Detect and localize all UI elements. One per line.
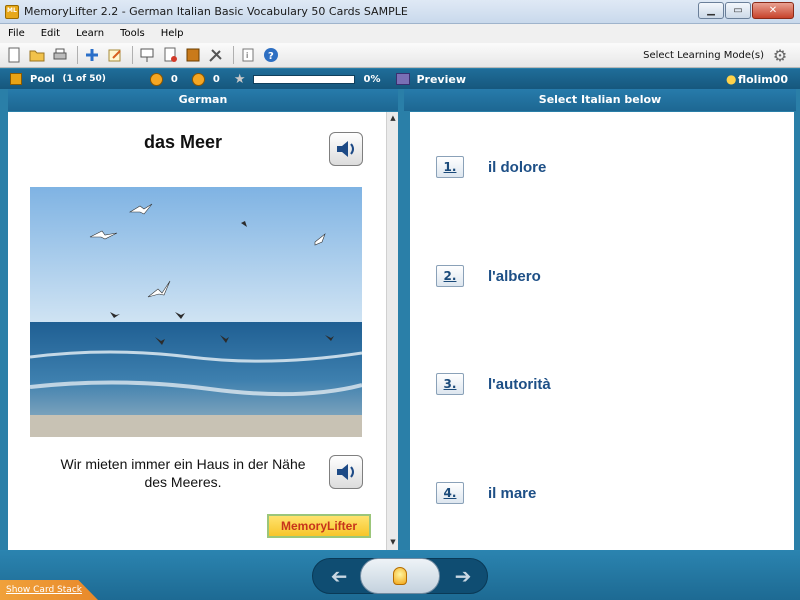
question-scrollbar[interactable]: ▲ ▼ [386, 112, 398, 550]
username: flolim00 [737, 73, 788, 86]
add-card-icon[interactable] [82, 45, 102, 65]
menu-learn[interactable]: Learn [68, 28, 112, 39]
answer-number[interactable]: 1. [436, 156, 464, 178]
toolbar-separator [132, 46, 133, 64]
answer-number[interactable]: 4. [436, 482, 464, 504]
hint-button[interactable] [360, 558, 440, 594]
example-sentence: Wir mieten immer ein Haus in der Nähe de… [60, 456, 306, 490]
menu-edit[interactable]: Edit [33, 28, 68, 39]
answer-label[interactable]: l'albero [488, 268, 541, 285]
speaker-icon [337, 141, 354, 157]
next-arrow-icon[interactable]: ➔ [440, 560, 486, 592]
answer-label[interactable]: il dolore [488, 159, 546, 176]
happy-face-icon [149, 72, 163, 86]
minimize-button[interactable]: ▁ [698, 2, 724, 19]
toolbar-separator [233, 46, 234, 64]
logo-text-memory: Memory [280, 519, 327, 533]
title-bar: MemoryLifter 2.2 - German Italian Basic … [0, 0, 800, 24]
info-icon[interactable]: i [238, 45, 258, 65]
learning-mode-label[interactable]: Select Learning Mode(s) [643, 50, 764, 61]
maximize-button[interactable]: ▭ [725, 2, 751, 19]
preview-icon [396, 73, 411, 85]
menu-bar: File Edit Learn Tools Help [0, 24, 800, 43]
memorylifter-logo: MemoryLifter [267, 514, 371, 538]
user-icon: ● [726, 72, 737, 86]
light-bulb-icon [393, 567, 407, 585]
wrong-count: 0 [212, 73, 220, 85]
answer-panel: 1. il dolore 2. l'albero 3. l'autorità 4… [410, 112, 794, 550]
answer-option-4[interactable]: 4. il mare [436, 482, 536, 504]
progress-bar [253, 74, 356, 84]
close-button[interactable]: ✕ [752, 2, 794, 19]
scroll-down-arrow-icon[interactable]: ▼ [388, 538, 398, 548]
svg-text:?: ? [268, 51, 274, 62]
star-icon: ★ [233, 71, 246, 87]
new-document-icon[interactable] [4, 45, 24, 65]
edit-card-icon[interactable] [105, 45, 125, 65]
print-icon[interactable] [50, 45, 70, 65]
question-panel: das Meer Wir mieten immer ein Haus in de… [8, 112, 386, 550]
previous-arrow-icon[interactable]: ➔ [316, 560, 362, 592]
scroll-up-arrow-icon[interactable]: ▲ [388, 114, 398, 124]
correct-count: 0 [170, 73, 178, 85]
window-controls: ▁ ▭ ✕ [698, 2, 794, 19]
gear-icon[interactable]: ⚙ [768, 46, 792, 66]
play-sentence-audio-button[interactable] [329, 455, 363, 489]
sad-face-icon [191, 72, 205, 86]
menu-tools[interactable]: Tools [112, 28, 153, 39]
svg-text:i: i [246, 51, 248, 60]
status-bar: Pool (1 of 50) 0 0 ★ 0% Preview [0, 69, 800, 89]
answer-label[interactable]: il mare [488, 485, 536, 502]
pool-count: (1 of 50) [62, 74, 106, 84]
question-word: das Meer [144, 132, 223, 152]
app-icon [5, 4, 19, 19]
menu-file[interactable]: File [0, 28, 33, 39]
card-image [30, 187, 362, 437]
pool-icon [10, 73, 22, 85]
answer-column-header: Select Italian below [404, 89, 796, 111]
open-folder-icon[interactable] [27, 45, 47, 65]
logo-text-lifter: Lifter [327, 519, 357, 533]
toolbar-separator [77, 46, 78, 64]
answer-option-1[interactable]: 1. il dolore [436, 156, 546, 178]
question-column-header: German [8, 89, 398, 111]
answer-number[interactable]: 3. [436, 373, 464, 395]
presentation-icon[interactable] [137, 45, 157, 65]
preview-label[interactable]: Preview [416, 73, 466, 86]
window-title: MemoryLifter 2.2 - German Italian Basic … [24, 5, 408, 18]
play-word-audio-button[interactable] [329, 132, 363, 166]
answer-option-3[interactable]: 3. l'autorità [436, 373, 551, 395]
menu-help[interactable]: Help [153, 28, 192, 39]
answer-option-2[interactable]: 2. l'albero [436, 265, 541, 287]
print-cards-icon[interactable] [160, 45, 180, 65]
speaker-icon [337, 464, 354, 480]
learning-box-icon[interactable] [183, 45, 203, 65]
pool-label: Pool [30, 73, 55, 85]
help-icon[interactable]: ? [261, 45, 281, 65]
tools-icon[interactable] [206, 45, 226, 65]
progress-percent: 0% [363, 73, 381, 85]
answer-number[interactable]: 2. [436, 265, 464, 287]
answer-label[interactable]: l'autorità [488, 376, 551, 393]
